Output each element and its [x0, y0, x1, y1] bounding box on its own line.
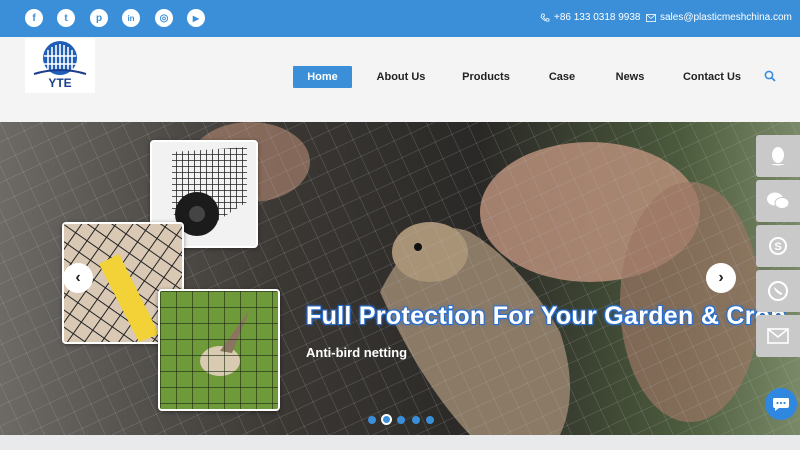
twitter-icon[interactable]: t: [57, 9, 75, 27]
email-button[interactable]: [756, 315, 800, 357]
facebook-icon[interactable]: f: [25, 9, 43, 27]
wechat-icon: [767, 192, 790, 209]
chevron-left-icon: ‹: [75, 269, 81, 286]
linkedin-icon[interactable]: in: [122, 9, 140, 27]
live-chat-button[interactable]: [765, 388, 797, 420]
nav-case[interactable]: Case: [545, 66, 579, 88]
nav-about-us[interactable]: About Us: [374, 66, 428, 88]
slider-prev-button[interactable]: ‹: [63, 263, 93, 293]
search-icon[interactable]: [764, 70, 776, 82]
mail-icon: [646, 13, 656, 22]
phone-contact[interactable]: +86 133 0318 9938: [540, 12, 640, 23]
facebook-glyph: f: [32, 12, 36, 24]
nav-news[interactable]: News: [612, 66, 648, 88]
hero-title: Full Protection For Your Garden & Crop: [306, 302, 786, 330]
nav-contact-us[interactable]: Contact Us: [681, 66, 743, 88]
youtube-glyph: ▶: [192, 13, 200, 23]
youtube-icon[interactable]: ▶: [187, 9, 205, 27]
wechat-button[interactable]: [756, 180, 800, 222]
nav-home[interactable]: Home: [293, 66, 352, 88]
pinterest-icon[interactable]: p: [90, 9, 108, 27]
slider-dot-4[interactable]: [411, 416, 420, 424]
hero-subtitle: Anti-bird netting: [306, 345, 408, 360]
skype-button[interactable]: S: [756, 225, 800, 267]
pinterest-glyph: p: [95, 12, 103, 24]
logo-graphic: [33, 41, 87, 75]
instagram-icon[interactable]: ◎: [155, 9, 173, 27]
phone-icon: [540, 13, 550, 22]
slider-dot-3[interactable]: [397, 416, 405, 424]
section-divider: [0, 435, 800, 450]
linkedin-glyph: in: [127, 13, 135, 23]
whatsapp-icon: [768, 281, 788, 301]
svg-text:S: S: [774, 241, 781, 253]
skype-icon: S: [769, 237, 787, 255]
phone-number: +86 133 0318 9938: [554, 12, 641, 23]
email-address: sales@plasticmeshchina.com: [660, 12, 792, 23]
chat-bubble-icon: [773, 398, 789, 411]
nav-products[interactable]: Products: [460, 66, 512, 88]
bird-in-net-image: [160, 291, 278, 409]
slider-dot-5[interactable]: [426, 416, 434, 424]
top-bar: f t p in ◎ ▶ +86 133 0318 9938 sales@pla…: [0, 0, 800, 37]
hero-banner: ‹ ›: [0, 122, 800, 435]
slider-dot-1[interactable]: [368, 416, 376, 424]
email-icon: [767, 328, 789, 344]
logo-text: YTE: [48, 76, 72, 90]
whatsapp-button[interactable]: [756, 270, 800, 312]
qq-button[interactable]: [756, 135, 800, 177]
chevron-right-icon: ›: [718, 269, 724, 286]
qq-icon: [771, 147, 785, 166]
instagram-glyph: ◎: [159, 12, 169, 24]
email-contact[interactable]: sales@plasticmeshchina.com: [646, 12, 792, 23]
site-logo[interactable]: YTE: [25, 38, 95, 93]
thumbnail-bird-in-net[interactable]: [158, 289, 280, 411]
slider-next-button[interactable]: ›: [706, 263, 736, 293]
slider-dot-2[interactable]: [381, 414, 392, 425]
twitter-glyph: t: [64, 12, 68, 24]
